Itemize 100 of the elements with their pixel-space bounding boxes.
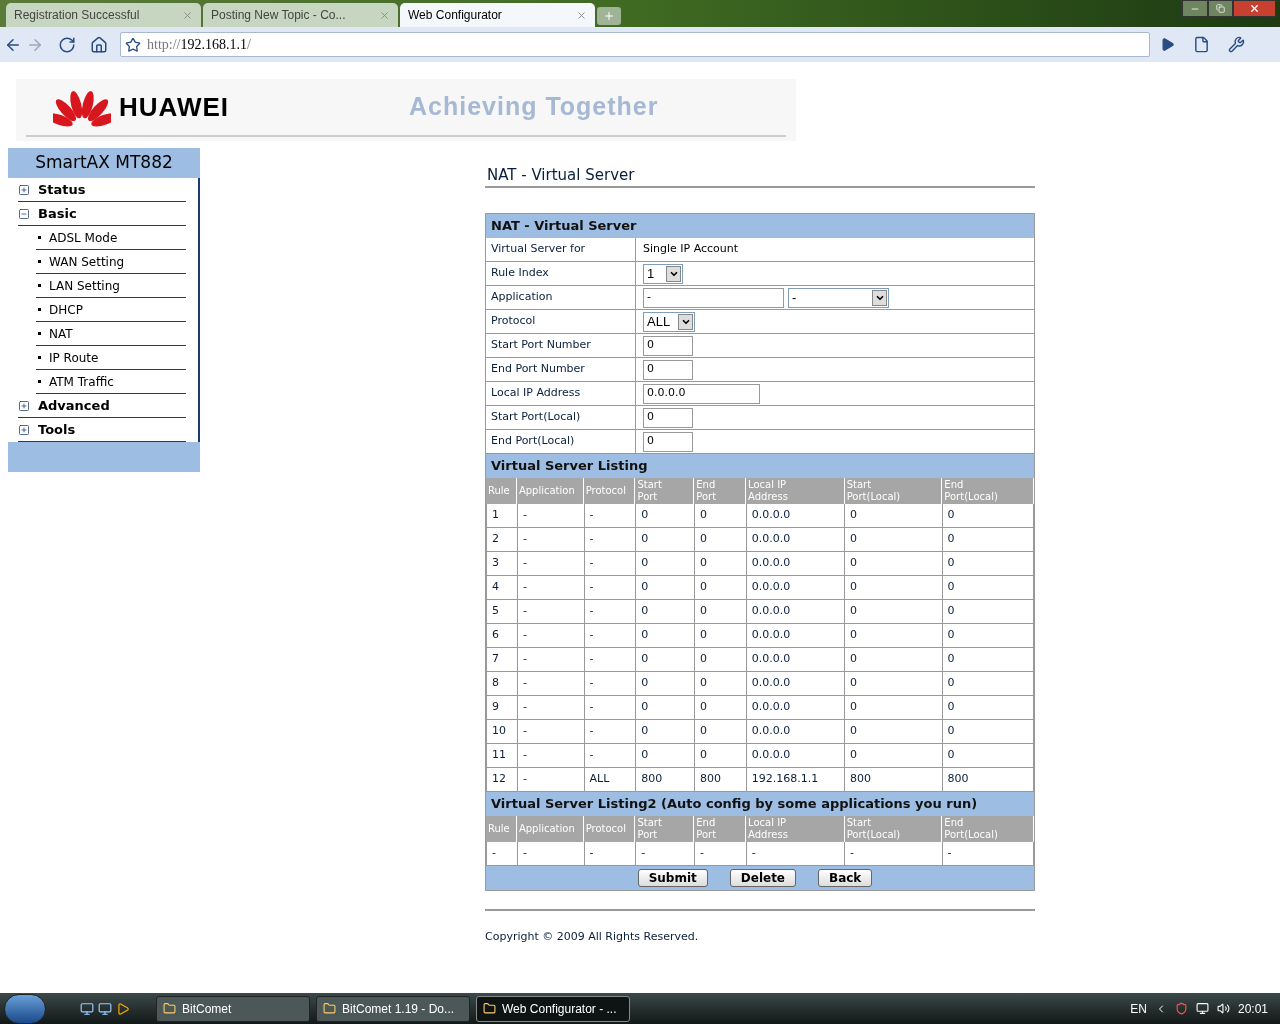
sidebar-subitem[interactable]: LAN Setting xyxy=(49,276,120,295)
table-cell: - xyxy=(517,600,585,623)
table-cell: - xyxy=(845,842,943,865)
table-cell: 0 xyxy=(942,648,1034,671)
settings-icon[interactable] xyxy=(1228,36,1245,53)
table-cell: 0.0.0.0 xyxy=(746,576,846,599)
table-cell: - xyxy=(487,842,518,865)
bullet-icon xyxy=(38,260,41,263)
taskbar-item[interactable]: Web Configurator - ... xyxy=(476,995,630,1022)
field-value: Single IP Account xyxy=(643,241,739,258)
start-button[interactable] xyxy=(4,993,46,1024)
table-cell: 0 xyxy=(636,600,695,623)
expand-icon[interactable] xyxy=(18,183,30,196)
collapse-icon[interactable] xyxy=(18,207,30,220)
table-cell: 0 xyxy=(636,648,695,671)
bullet-icon xyxy=(38,236,41,239)
language-indicator[interactable]: EN xyxy=(1130,999,1147,1018)
window-icon[interactable] xyxy=(98,1001,112,1016)
sidebar-subitem[interactable]: DHCP xyxy=(49,300,83,319)
input-field[interactable]: 0.0.0.0 xyxy=(643,383,760,404)
browser-tab[interactable]: Web Configurator xyxy=(400,3,595,27)
table-cell: ALL xyxy=(584,768,637,791)
desktop-icon[interactable] xyxy=(80,1001,94,1016)
table-cell: 1 xyxy=(487,504,518,527)
expand-icon[interactable] xyxy=(18,399,30,412)
form-button[interactable]: Back xyxy=(818,869,873,887)
media-player-icon[interactable] xyxy=(116,1001,130,1016)
dropdown[interactable]: ALL xyxy=(643,311,695,332)
sidebar-subitem[interactable]: ADSL Mode xyxy=(49,228,118,247)
sidebar-subitem[interactable]: NAT xyxy=(49,324,73,343)
table-cell: 0 xyxy=(845,720,943,743)
sidebar-subitem[interactable]: WAN Setting xyxy=(49,252,125,271)
input-field[interactable]: - xyxy=(643,287,784,308)
logo-text: HUAWEI xyxy=(119,90,229,124)
bullet-icon xyxy=(38,380,41,383)
table-cell: - xyxy=(942,842,1034,865)
sidebar-item[interactable]: Advanced xyxy=(18,394,186,418)
plus-icon xyxy=(603,10,615,22)
table-cell: 0.0.0.0 xyxy=(746,624,846,647)
clock[interactable]: 20:01 xyxy=(1237,999,1268,1018)
input-field[interactable]: 0 xyxy=(643,407,693,428)
address-bar[interactable]: http://192.168.1.1/ xyxy=(120,32,1150,57)
table-cell: 0 xyxy=(845,624,943,647)
table-cell: - xyxy=(517,842,585,865)
reload-icon[interactable] xyxy=(58,35,76,54)
table-cell: 9 xyxy=(487,696,518,719)
sidebar-item[interactable]: Basic xyxy=(18,202,186,226)
expand-icon[interactable] xyxy=(18,423,30,436)
close-icon xyxy=(1249,3,1260,14)
volume-icon[interactable] xyxy=(1216,1002,1230,1015)
restore-button[interactable] xyxy=(1208,0,1233,17)
browser-tab[interactable]: Posting New Topic - Co... xyxy=(203,3,398,27)
input-field[interactable]: 0 xyxy=(643,359,693,380)
field-label: Local IP Address xyxy=(486,382,636,405)
input-field[interactable]: 0 xyxy=(643,335,693,356)
input-field[interactable]: 0 xyxy=(643,431,693,452)
table-cell: 800 xyxy=(845,768,943,791)
table-cell: 0 xyxy=(636,720,695,743)
table-cell: 2 xyxy=(487,528,518,551)
close-button[interactable] xyxy=(1233,0,1276,17)
table-cell: 800 xyxy=(636,768,695,791)
close-icon[interactable] xyxy=(576,9,587,21)
form-button[interactable]: Delete xyxy=(729,869,796,887)
table-cell: 0.0.0.0 xyxy=(746,528,846,551)
bookmark-star-icon[interactable] xyxy=(125,36,141,53)
app-icon xyxy=(483,1002,496,1015)
taskbar-item[interactable]: BitComet 1.19 - Do... xyxy=(316,995,470,1022)
sidebar-subitem[interactable]: ATM Traffic xyxy=(49,372,114,391)
table-cell: - xyxy=(517,672,585,695)
table-cell: 0 xyxy=(694,648,747,671)
sidebar-item[interactable]: Status xyxy=(18,178,186,202)
table-cell: 0 xyxy=(694,504,747,527)
taskbar-item[interactable]: BitComet xyxy=(156,995,310,1022)
form-button[interactable]: Submit xyxy=(637,869,708,887)
table-cell: 0.0.0.0 xyxy=(746,720,846,743)
sidebar-subitem[interactable]: IP Route xyxy=(49,348,99,367)
security-icon[interactable] xyxy=(1174,1002,1188,1015)
bullet-icon xyxy=(38,356,41,359)
table-cell: 6 xyxy=(487,624,518,647)
table-cell: 0 xyxy=(942,624,1034,647)
table-cell: 0 xyxy=(845,648,943,671)
section-header: NAT - Virtual Server xyxy=(486,214,1034,238)
field-label: Rule Index xyxy=(486,262,636,285)
table-cell: - xyxy=(584,576,637,599)
go-icon[interactable] xyxy=(1160,37,1175,52)
page-menu-icon[interactable] xyxy=(1193,36,1210,53)
restore-icon xyxy=(1216,4,1225,13)
table-cell: 0 xyxy=(636,744,695,767)
table-cell: 0 xyxy=(845,744,943,767)
table-cell: - xyxy=(584,720,637,743)
slogan: Achieving Together xyxy=(409,91,659,123)
dropdown[interactable]: - xyxy=(788,287,889,308)
table-cell: 0 xyxy=(942,552,1034,575)
minimize-button[interactable] xyxy=(1182,0,1208,17)
dropdown[interactable]: 1 xyxy=(643,263,683,284)
table-cell: - xyxy=(517,768,585,791)
table-cell: 0 xyxy=(845,672,943,695)
network-icon[interactable] xyxy=(1195,1002,1209,1015)
browser-tab[interactable]: Registration Successful xyxy=(6,3,201,27)
home-icon[interactable] xyxy=(90,35,108,54)
